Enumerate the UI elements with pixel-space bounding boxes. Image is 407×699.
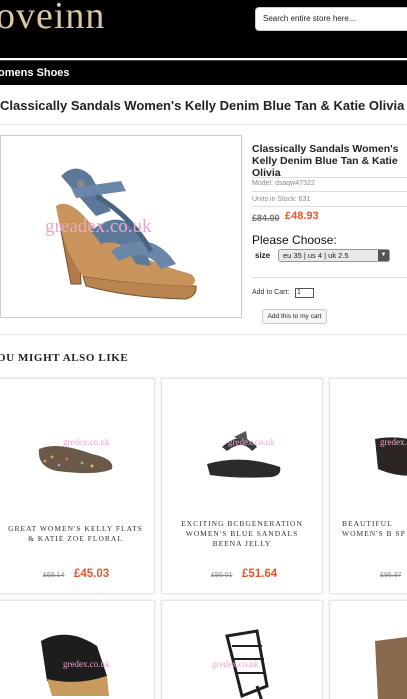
quantity-input[interactable]: 1 xyxy=(295,288,314,298)
card-old-price: £90.01 xyxy=(211,572,233,579)
related-product-card[interactable]: gredex.co.uk xyxy=(0,600,155,699)
related-heading: OU MIGHT ALSO LIKE xyxy=(0,352,129,364)
related-product-card[interactable]: gredex.co.uk GREAT WOMEN'S KELLY FLATS &… xyxy=(0,378,155,594)
image-watermark: greadex.co.uk xyxy=(45,216,152,237)
site-header: oveinn Search entire store here... xyxy=(0,0,407,58)
wedge-shoe-image xyxy=(41,634,109,696)
product-info: Classically Sandals Women's Kelly Denim … xyxy=(252,143,407,324)
product-info-title: Classically Sandals Women's Kelly Denim … xyxy=(252,143,399,179)
card-product-name[interactable]: EXCITING BCBGENERATION WOMEN'S BLUE SAND… xyxy=(162,519,322,549)
card-sale-price: £51.64 xyxy=(242,568,278,580)
product-image[interactable]: greadex.co.uk xyxy=(0,135,242,318)
sale-price: £48.93 xyxy=(285,210,319,222)
page-title: Classically Sandals Women's Kelly Denim … xyxy=(0,98,405,113)
size-label: size xyxy=(255,251,271,260)
card-sale-price: £45.03 xyxy=(74,568,110,580)
card-old-price: £86.37 xyxy=(380,572,402,579)
card-product-name[interactable]: BEAUTIFUL WOMEN'S B SP xyxy=(342,519,407,539)
category-nav: omens Shoes xyxy=(0,60,407,85)
card-watermark: gredex.co.uk xyxy=(63,659,110,669)
divider xyxy=(252,191,407,192)
add-to-cart-button[interactable]: Add this to my cart xyxy=(262,309,327,324)
divider xyxy=(252,277,407,278)
site-logo[interactable]: oveinn xyxy=(0,0,105,38)
search-input[interactable]: Search entire store here... xyxy=(255,7,407,31)
related-product-card[interactable]: gredex.co.uk BEAUTIFUL WOMEN'S B SP £86.… xyxy=(329,378,407,594)
divider xyxy=(252,206,407,207)
old-price: £84.00 xyxy=(252,213,280,223)
product-model: Model: dsaqw47322 xyxy=(252,180,315,187)
related-product-card[interactable] xyxy=(329,600,407,699)
related-product-card[interactable]: gredex.co.uk EXCITING BCBGENERATION WOME… xyxy=(161,378,323,594)
divider xyxy=(0,124,407,125)
chevron-down-icon[interactable]: ▼ xyxy=(378,250,389,261)
options-heading: Please Choose: xyxy=(252,233,337,247)
divider xyxy=(0,334,407,335)
card-product-name[interactable]: GREAT WOMEN'S KELLY FLATS & KATIE ZOE FL… xyxy=(0,524,154,544)
related-product-card[interactable]: gredex.co.uk xyxy=(161,600,323,699)
strappy-heel-image xyxy=(225,629,269,699)
size-select[interactable]: eu 35 | us 4 | uk 2.5 ▼ xyxy=(278,249,390,262)
shoe-image xyxy=(375,437,407,476)
stock-count: Units in Stock: 631 xyxy=(252,196,311,203)
card-old-price: £69.14 xyxy=(43,572,65,579)
add-to-cart-label: Add to Cart: xyxy=(252,289,290,296)
card-watermark: gredex.co.uk xyxy=(228,437,275,447)
flat-shoe-image xyxy=(38,445,113,474)
nav-item-womens-shoes[interactable]: omens Shoes xyxy=(0,67,70,79)
jelly-sandal-image xyxy=(207,431,281,478)
divider xyxy=(252,177,407,178)
size-selected-value: eu 35 | us 4 | uk 2.5 xyxy=(283,251,349,260)
card-watermark: gredex.co.uk xyxy=(63,437,110,447)
search-placeholder: Search entire store here... xyxy=(263,14,356,23)
boot-image xyxy=(375,637,407,699)
card-watermark: gredex.co.uk xyxy=(380,437,407,447)
card-watermark: gredex.co.uk xyxy=(212,659,259,669)
